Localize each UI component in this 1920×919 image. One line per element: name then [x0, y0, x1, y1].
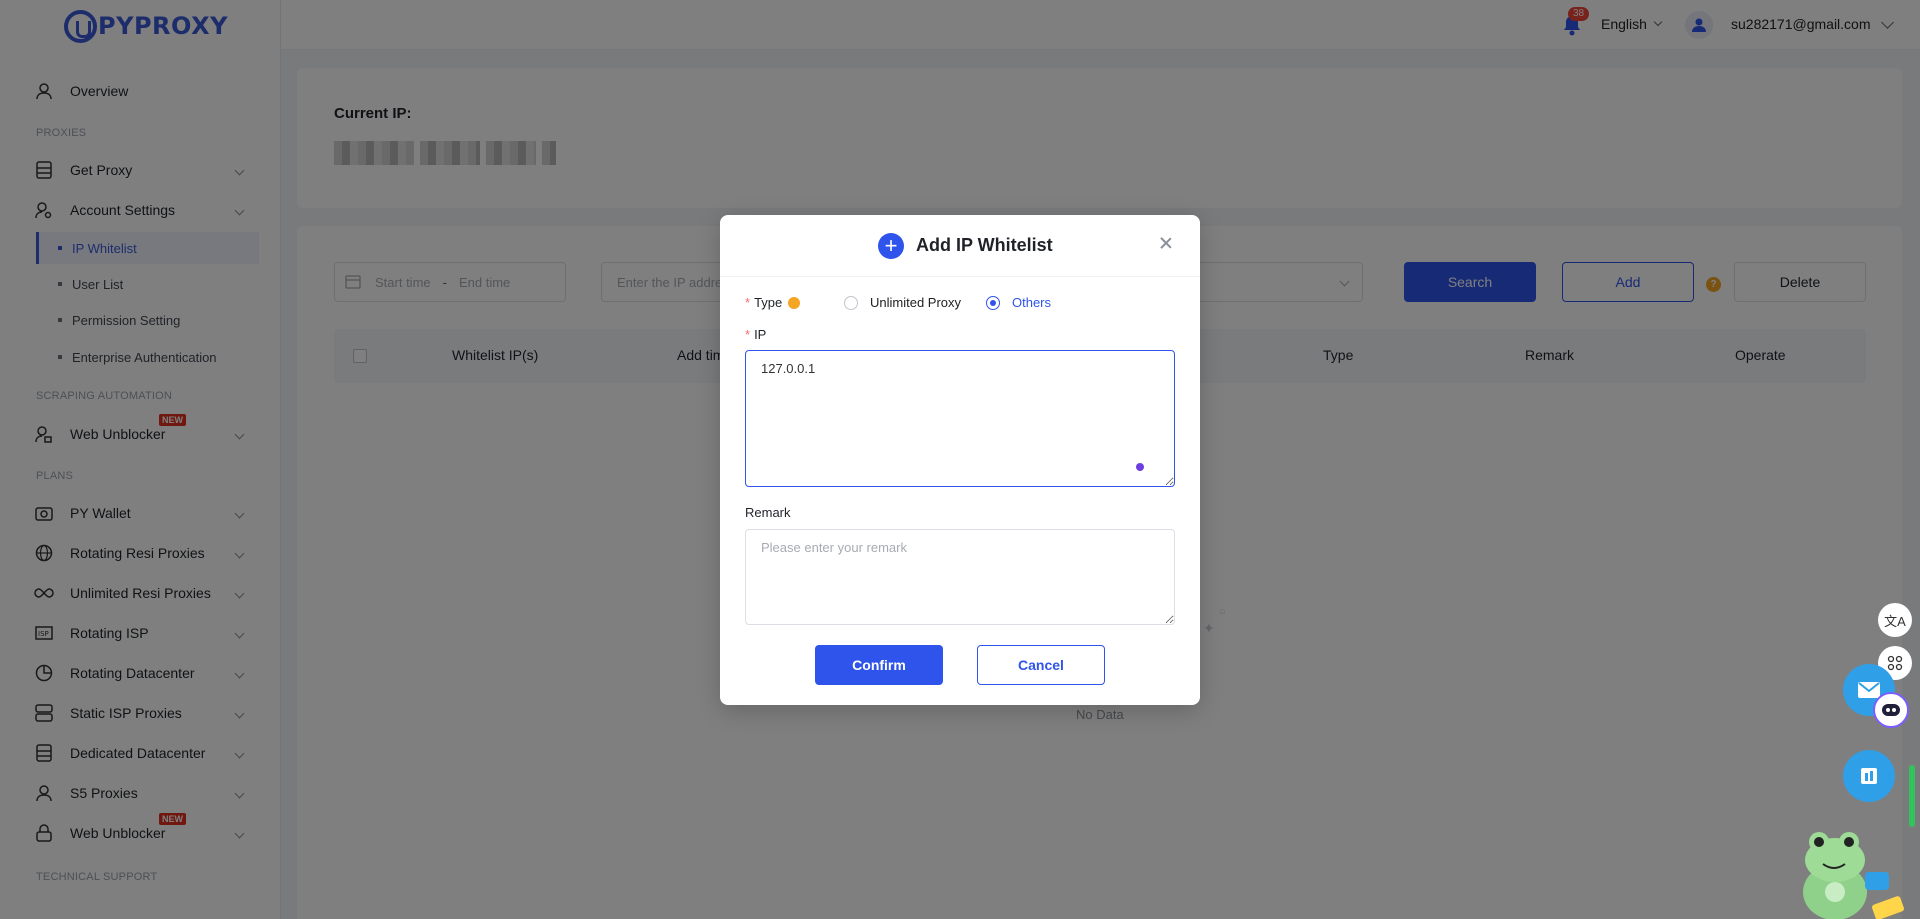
ip-label-text: IP: [754, 327, 767, 342]
help-icon[interactable]: [788, 296, 801, 309]
dialog-header: + Add IP Whitelist: [720, 215, 1200, 277]
type-label: * Type: [745, 295, 801, 310]
ip-label: * IP: [745, 327, 766, 342]
remark-textarea[interactable]: [745, 529, 1175, 625]
scroll-indicator[interactable]: [1909, 765, 1915, 827]
confirm-button[interactable]: Confirm: [815, 645, 943, 685]
radio-label: Unlimited Proxy: [870, 295, 962, 310]
ip-textarea[interactable]: 127.0.0.1: [745, 350, 1175, 487]
plus-circle-icon: +: [878, 233, 904, 259]
required-mark: *: [745, 295, 751, 310]
remark-label: Remark: [745, 505, 791, 520]
radio-circle-checked-icon: [986, 295, 1000, 310]
chat-bot-icon[interactable]: [1873, 692, 1909, 728]
radio-unlimited-proxy[interactable]: Unlimited Proxy: [844, 295, 961, 310]
document-icon[interactable]: [1843, 750, 1895, 802]
cancel-button[interactable]: Cancel: [977, 645, 1105, 685]
frog-mascot-icon[interactable]: [1797, 820, 1907, 919]
dialog-title: Add IP Whitelist: [916, 235, 1053, 255]
close-icon[interactable]: [1157, 234, 1175, 252]
add-ip-whitelist-dialog: + Add IP Whitelist * Type Unlimited Prox…: [720, 215, 1200, 705]
type-label-text: Type: [754, 295, 783, 310]
radio-others[interactable]: Others: [986, 295, 1051, 310]
translate-icon[interactable]: 文A: [1878, 603, 1912, 637]
radio-circle-icon: [844, 295, 858, 310]
input-assist-dot-icon[interactable]: [1136, 463, 1144, 471]
required-mark: *: [745, 327, 751, 342]
radio-label: Others: [1012, 295, 1052, 310]
